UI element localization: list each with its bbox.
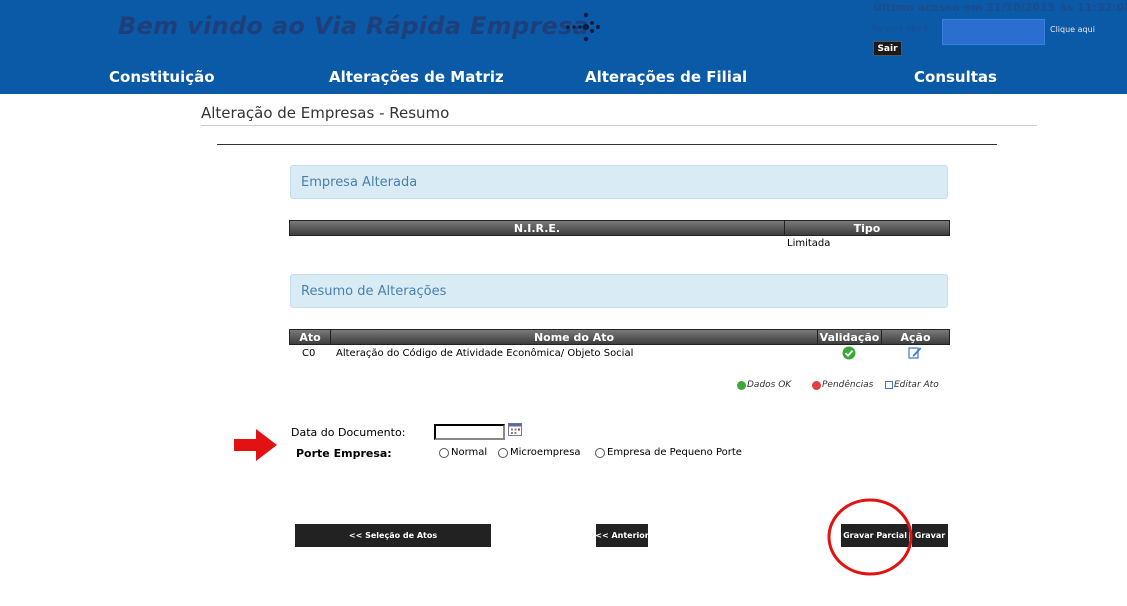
radio-normal[interactable]: Normal: [439, 447, 487, 458]
empresa-alterada-panel: Empresa Alterada: [290, 165, 948, 199]
check-icon: [737, 380, 746, 390]
legend-pendencias: Pendências: [812, 380, 873, 390]
radio-microempresa[interactable]: Microempresa: [498, 447, 581, 458]
edit-icon: [885, 381, 893, 389]
radio-empresa-pequeno-porte[interactable]: Empresa de Pequeno Porte: [595, 447, 742, 458]
nav-item-alteracoes-filial[interactable]: Alterações de Filial: [585, 68, 747, 86]
radio-normal-label: Normal: [451, 447, 488, 458]
empresa-tipo-cell: Limitada: [787, 238, 831, 249]
click-here-link[interactable]: Clique aqui: [1050, 25, 1095, 34]
radio-circle-icon[interactable]: [498, 447, 508, 458]
ato-name-cell: Alteração do Código de Atividade Econômi…: [336, 348, 634, 359]
logo-dots-icon: [566, 12, 600, 42]
logout-button[interactable]: Sair: [873, 41, 902, 56]
nav-item-consultas[interactable]: Consultas: [914, 68, 997, 86]
section-divider: [217, 144, 997, 145]
red-circle-annotation-icon: [827, 498, 913, 576]
check-icon: [842, 346, 856, 360]
column-header-ato: Ato: [289, 329, 331, 345]
legend-dados-ok: Dados OK: [737, 380, 791, 390]
ato-code-cell: C0: [302, 348, 316, 359]
legend-editar-ato: Editar Ato: [885, 380, 939, 390]
red-arrow-annotation-icon: [234, 429, 277, 461]
legend-editar-ato-label: Editar Ato: [894, 380, 939, 390]
legend-dados-ok-label: Dados OK: [747, 380, 792, 390]
radio-microempresa-label: Microempresa: [510, 447, 581, 458]
welcome-title: Bem vindo ao Via Rápida Empresa: [118, 12, 590, 40]
gravar-button[interactable]: Gravar: [912, 524, 948, 547]
column-header-nire: N.I.R.E.: [289, 220, 785, 236]
username-redacted-box: [942, 19, 1045, 45]
selecao-atos-button[interactable]: << Seleção de Atos: [295, 524, 491, 547]
page-title: Alteração de Empresas - Resumo: [201, 104, 450, 122]
anterior-button[interactable]: << Anterior: [595, 524, 649, 547]
nav-item-alteracoes-matriz[interactable]: Alterações de Matriz: [329, 68, 504, 86]
calendar-icon[interactable]: [508, 423, 522, 436]
resumo-alteracoes-panel: Resumo de Alterações: [290, 274, 948, 308]
porte-empresa-label: Porte Empresa:: [296, 447, 392, 460]
warning-icon: [812, 380, 821, 390]
edit-icon[interactable]: [908, 345, 922, 360]
radio-circle-icon[interactable]: [439, 447, 449, 458]
not-you-text: Se você não é: [872, 24, 929, 33]
column-header-nome-ato: Nome do Ato: [330, 329, 818, 345]
legend-pendencias-label: Pendências: [822, 380, 874, 390]
title-divider: [201, 125, 1037, 126]
nav-item-constituicao[interactable]: Constituição: [109, 68, 215, 86]
radio-empresa-pequeno-porte-label: Empresa de Pequeno Porte: [607, 447, 742, 458]
doc-date-input[interactable]: [434, 424, 505, 440]
last-access-text: Último acesso em 31/10/2015 às 11:32:08: [873, 1, 1127, 14]
column-header-validacao: Validação: [817, 329, 882, 345]
column-header-tipo: Tipo: [784, 220, 950, 236]
radio-circle-icon[interactable]: [595, 447, 605, 458]
doc-date-label: Data do Documento:: [291, 426, 406, 439]
column-header-acao: Ação: [881, 329, 950, 345]
